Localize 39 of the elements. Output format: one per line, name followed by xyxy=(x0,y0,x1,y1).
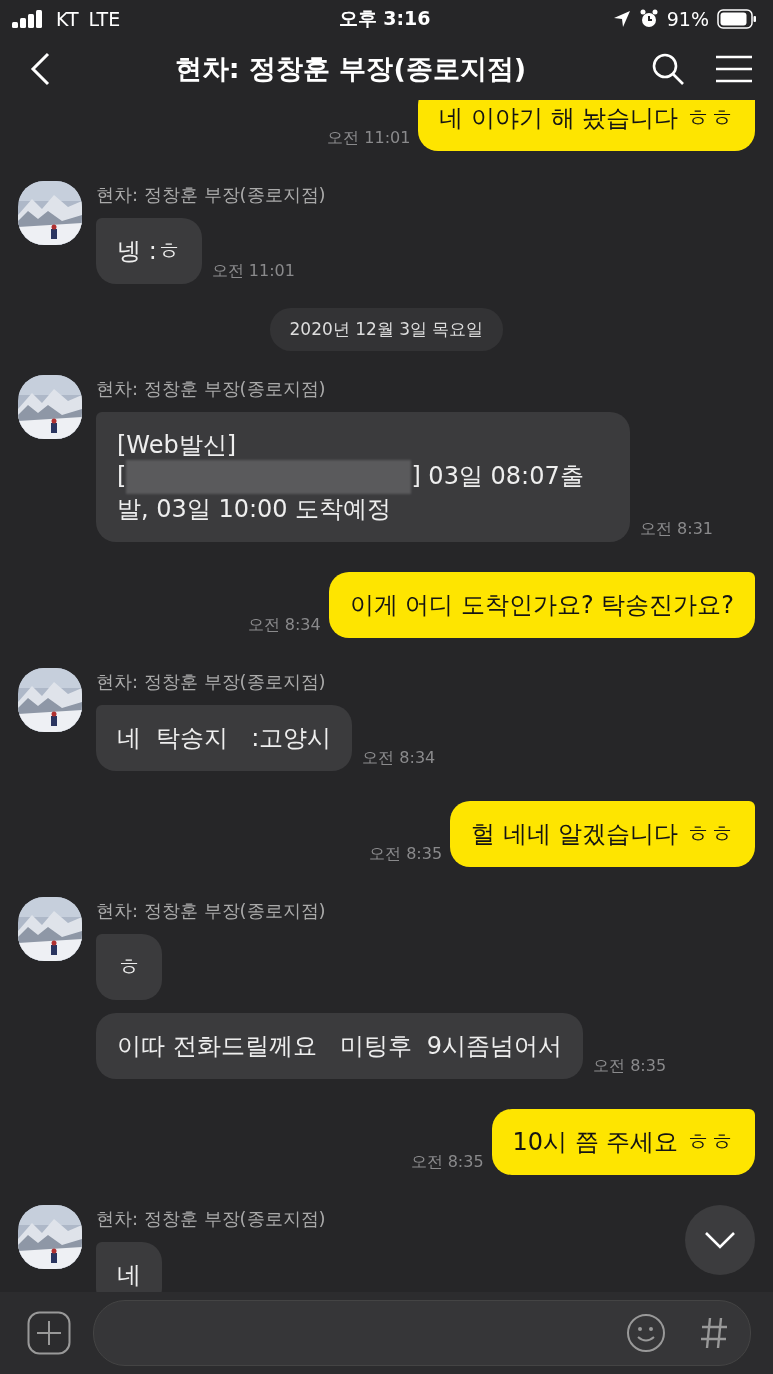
chat-title: 현차: 정창훈 부장(종로지점) xyxy=(173,52,528,86)
message-time: 오전 8:35 xyxy=(369,844,443,865)
message-time: 오전 11:01 xyxy=(211,261,295,282)
message-time: 오전 8:34 xyxy=(247,615,321,636)
clock-text: 오후 3:16 xyxy=(338,6,431,31)
alarm-icon xyxy=(638,9,659,29)
menu-icon[interactable] xyxy=(715,54,753,84)
sent-message: 헐 네네 알겠습니다 ㅎㅎ xyxy=(450,801,755,867)
sender-name: 현차: 정창훈 부장(종로지점) xyxy=(96,670,327,694)
battery-text: 91% xyxy=(666,8,709,30)
received-message: 이따 전화드릴께요 미팅후 9시좀넘어서 xyxy=(96,1013,584,1079)
sent-message: 이게 어디 도착인가요? 탁송진가요? xyxy=(328,572,755,638)
location-arrow-icon xyxy=(612,10,631,28)
message-time: 오전 8:34 xyxy=(362,748,436,769)
carrier-text: KT xyxy=(56,8,79,30)
sent-message: 10시 쯤 주세요 ㅎㅎ xyxy=(491,1109,755,1175)
message-time: 오전 8:31 xyxy=(640,519,713,540)
message-time: 오전 8:35 xyxy=(593,1056,667,1077)
sender-name: 현차: 정창훈 부장(종로지점) xyxy=(96,183,326,207)
back-icon[interactable] xyxy=(30,52,50,86)
received-message: ㅎ xyxy=(96,934,162,1000)
date-divider: 2020년 12월 3일 목요일 xyxy=(269,308,504,351)
received-message: 네 탁송지 :고양시 xyxy=(96,705,353,771)
battery-icon xyxy=(717,9,757,29)
hashtag-icon[interactable] xyxy=(700,1317,728,1349)
sender-name: 현차: 정창훈 부장(종로지점) xyxy=(96,377,327,401)
sender-name: 현차: 정창훈 부장(종로지점) xyxy=(96,1207,326,1231)
received-message: 넹 :ㅎ xyxy=(96,218,202,284)
sent-message: 네 이야기 해 놨습니다 ㅎㅎ xyxy=(418,100,755,151)
sender-name: 현차: 정창훈 부장(종로지점) xyxy=(96,899,327,923)
emoji-icon[interactable] xyxy=(626,1313,666,1353)
chevron-down-icon xyxy=(704,1231,736,1249)
message-time: 오전 11:01 xyxy=(327,128,411,149)
network-text: LTE xyxy=(88,8,121,30)
plus-icon[interactable] xyxy=(27,1311,71,1355)
search-icon[interactable] xyxy=(651,52,685,86)
received-message: 네 xyxy=(96,1242,162,1292)
received-message: [Web발신] [ ] 03일 08:07출발, 03일 10:00 도착예정 xyxy=(96,412,630,542)
message-time: 오전 8:35 xyxy=(410,1152,484,1173)
